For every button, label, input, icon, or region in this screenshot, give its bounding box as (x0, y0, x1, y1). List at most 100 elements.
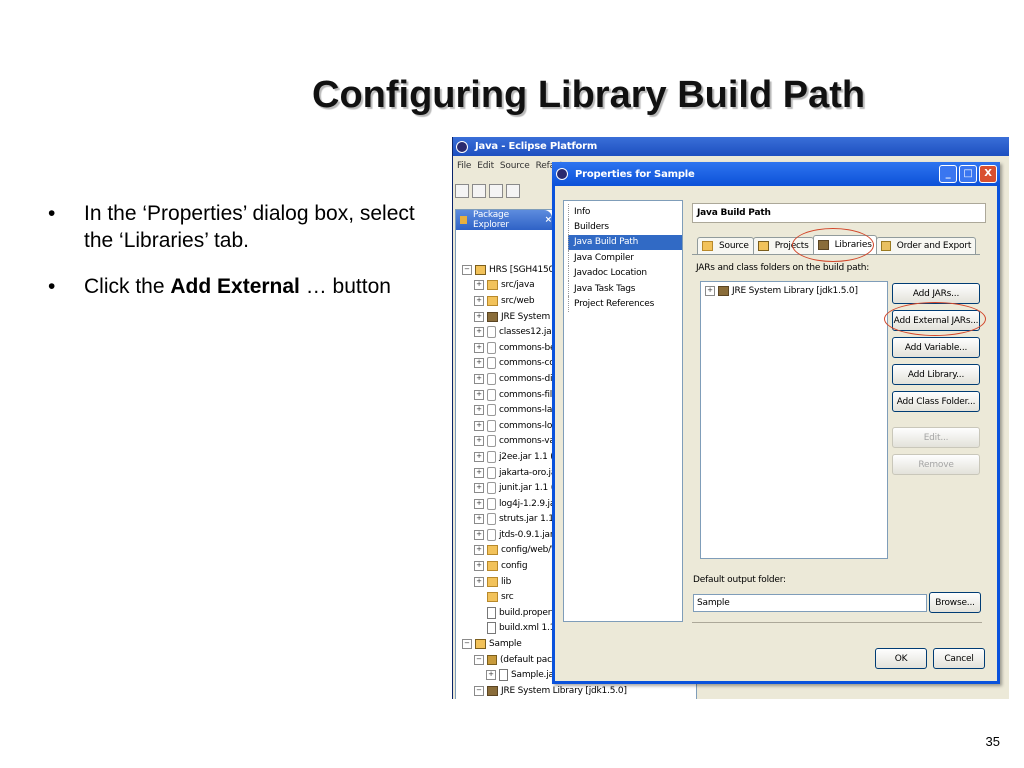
bullet-item: • In the ‘Properties’ dialog box, select… (48, 200, 448, 254)
expand-icon[interactable]: + (474, 498, 484, 509)
bullet-text: In the ‘Properties’ dialog box, select t… (84, 202, 415, 252)
eclipse-toolbar (455, 181, 520, 201)
tree-item-label: config (501, 561, 528, 572)
expand-icon[interactable]: + (474, 483, 484, 494)
expand-icon[interactable]: + (474, 389, 484, 400)
expand-icon[interactable]: + (474, 514, 484, 525)
expand-icon[interactable]: + (486, 670, 496, 681)
expand-icon[interactable]: + (474, 373, 484, 384)
slide-title: Configuring Library Build Path (312, 74, 866, 116)
menu-file[interactable]: File (457, 161, 471, 171)
folder-icon (487, 561, 498, 572)
collapse-icon[interactable]: − (474, 654, 484, 665)
expand-icon[interactable]: + (474, 327, 484, 338)
expand-icon[interactable]: + (474, 358, 484, 369)
folder-icon (487, 295, 498, 306)
print-icon[interactable] (489, 184, 503, 198)
eclipse-icon (556, 168, 568, 180)
lib-icon (487, 685, 498, 696)
folder-icon (487, 592, 498, 603)
nav-item-java-task-tags[interactable]: Java Task Tags (568, 280, 682, 297)
properties-dialog: Properties for Sample _ □ X Info Builders… (552, 162, 1000, 684)
collapse-icon[interactable]: − (474, 685, 484, 696)
add-class-folder-button[interactable]: Add Class Folder... (892, 391, 980, 412)
library-entry[interactable]: + JRE System Library [jdk1.5.0] (705, 286, 858, 296)
expand-icon[interactable]: + (474, 311, 484, 322)
folder-icon (487, 545, 498, 556)
projects-icon (757, 241, 769, 251)
debug-icon[interactable] (506, 184, 520, 198)
expand-icon[interactable]: + (474, 420, 484, 431)
jar-icon (487, 326, 496, 339)
tree-item[interactable]: − JRE System Library [jdk1.5.0] (462, 683, 696, 699)
eclipse-menubar: File Edit Source Refacto (453, 157, 568, 175)
expand-icon[interactable]: + (474, 405, 484, 416)
bullet-bold-text: Add External (170, 275, 300, 298)
nav-item-java-build-path[interactable]: Java Build Path (568, 234, 682, 251)
remove-button[interactable]: Remove (892, 454, 980, 475)
maximize-button[interactable]: □ (959, 165, 977, 183)
jar-icon (487, 404, 496, 417)
jar-icon (487, 466, 496, 479)
cancel-button[interactable]: Cancel (933, 648, 985, 669)
menu-edit[interactable]: Edit (477, 161, 494, 171)
output-folder-field[interactable]: Sample (693, 594, 927, 612)
expand-icon[interactable]: + (474, 467, 484, 478)
expand-icon[interactable]: + (474, 561, 484, 572)
library-list[interactable]: + JRE System Library [jdk1.5.0] (700, 281, 888, 559)
page-title: Java Build Path (692, 203, 986, 223)
expand-icon[interactable]: + (474, 529, 484, 540)
new-icon[interactable] (455, 184, 469, 198)
file-icon (487, 622, 496, 635)
package-explorer-tab[interactable]: Package Explorer × (456, 210, 552, 230)
source-folder-icon (702, 241, 713, 251)
edit-button[interactable]: Edit... (892, 427, 980, 448)
add-jars-button[interactable]: Add JARs... (892, 283, 980, 304)
tree-item-label: lib (501, 576, 512, 587)
nav-item-info[interactable]: Info (568, 204, 682, 220)
expand-icon[interactable]: + (474, 342, 484, 353)
close-button[interactable]: X (979, 165, 997, 183)
tab-order-and-export[interactable]: Order and Export (875, 237, 977, 254)
add-variable-button[interactable]: Add Variable... (892, 337, 980, 358)
close-icon[interactable]: × (545, 215, 553, 225)
page-number: 35 (985, 734, 1000, 749)
save-icon[interactable] (472, 184, 486, 198)
jar-icon (487, 341, 496, 354)
file-icon (499, 669, 508, 682)
collapse-icon[interactable]: − (462, 639, 472, 650)
order-export-icon (880, 241, 891, 251)
expand-icon[interactable]: + (474, 436, 484, 447)
jar-icon (487, 388, 496, 401)
browse-button[interactable]: Browse... (929, 592, 981, 613)
nav-item-javadoc-location[interactable]: Javadoc Location (568, 265, 682, 281)
expand-icon[interactable]: + (705, 286, 715, 296)
dialog-title: Properties for Sample (575, 168, 695, 180)
expand-icon[interactable]: + (474, 545, 484, 556)
collapse-icon[interactable]: − (462, 264, 472, 275)
pkg-icon (487, 654, 497, 665)
expand-icon[interactable]: + (474, 576, 484, 587)
jar-icon (487, 450, 496, 463)
jar-icon (487, 419, 496, 432)
minimize-button[interactable]: _ (939, 165, 957, 183)
add-library-button[interactable]: Add Library... (892, 364, 980, 385)
nav-item-project-references[interactable]: Project References (568, 296, 682, 312)
file-icon (487, 606, 496, 619)
expand-icon[interactable]: + (474, 451, 484, 462)
nav-item-builders[interactable]: Builders (568, 219, 682, 235)
nav-item-java-compiler[interactable]: Java Compiler (568, 250, 682, 266)
dialog-titlebar[interactable]: Properties for Sample _ □ X (552, 162, 1000, 186)
project-icon (475, 639, 486, 650)
tab-source[interactable]: Source (697, 237, 754, 254)
properties-nav-tree: Info Builders Java Build Path Java Compiler… (563, 200, 683, 622)
jars-label: JARs and class folders on the build path… (696, 263, 870, 273)
menu-source[interactable]: Source (500, 161, 530, 171)
jar-icon (487, 513, 496, 526)
eclipse-icon (456, 140, 468, 153)
ok-button[interactable]: OK (875, 648, 927, 669)
jar-icon (487, 528, 496, 541)
eclipse-titlebar[interactable]: Java - Eclipse Platform (453, 137, 1009, 156)
expand-icon[interactable]: + (474, 295, 484, 306)
expand-icon[interactable]: + (474, 280, 484, 291)
